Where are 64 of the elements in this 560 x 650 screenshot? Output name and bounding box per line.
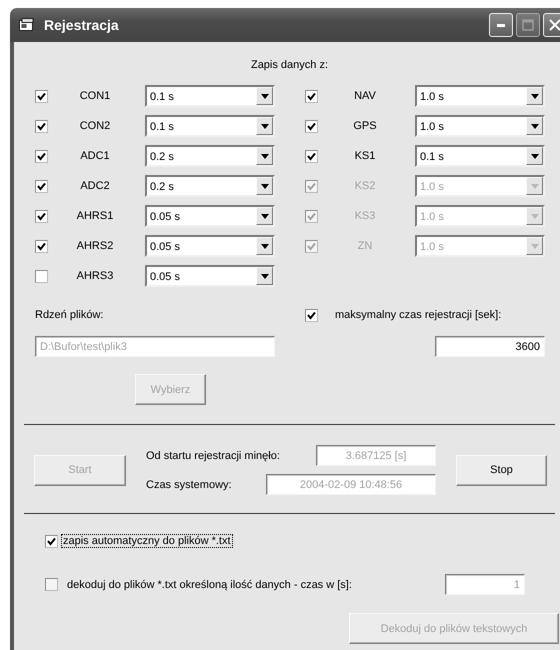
checkbox[interactable] — [305, 150, 318, 162]
dropdown[interactable]: 0.1 s — [145, 85, 275, 107]
dropdown[interactable]: 1.0 s — [415, 115, 545, 137]
dropdown[interactable]: 0.2 s — [145, 145, 275, 167]
checkbox[interactable] — [35, 120, 48, 132]
field-label: Od startu rejestracji minęło: — [146, 450, 280, 462]
caret-icon — [526, 237, 543, 255]
minimize-button[interactable] — [489, 13, 513, 37]
channel-label: KS1 — [354, 150, 376, 162]
maximize-icon — [522, 19, 534, 31]
dropdown[interactable]: 0.1 s — [145, 115, 275, 137]
checkbox[interactable] — [35, 240, 48, 252]
channel-label: ADC2 — [80, 180, 110, 192]
field-label: Rdzeń plików: — [35, 309, 104, 321]
caret-icon — [526, 87, 543, 105]
caret-icon — [256, 117, 273, 135]
caret-icon — [526, 147, 543, 165]
channel-label: NAV — [354, 90, 376, 102]
dropdown[interactable]: 0.2 s — [145, 175, 275, 197]
checkbox-label: dekoduj do plików *.txt określoną ilość danych - czas w [s]: — [67, 578, 353, 590]
caret-icon — [256, 267, 273, 285]
caret-icon — [256, 207, 273, 225]
caret-icon — [256, 237, 273, 255]
caret-icon — [526, 117, 543, 135]
window-title: Rejestracja — [44, 17, 120, 33]
checkbox[interactable] — [35, 150, 48, 162]
channel-label: GPS — [353, 120, 377, 132]
stop-button[interactable]: Stop — [456, 454, 547, 486]
caret-icon — [526, 177, 543, 195]
checkbox[interactable] — [305, 120, 318, 132]
channel-label: CON2 — [80, 120, 110, 132]
dropdown[interactable]: 0.05 s — [145, 235, 275, 257]
window-icon — [19, 18, 35, 32]
checkbox[interactable] — [35, 180, 48, 192]
text-field[interactable]: 3600 — [435, 336, 545, 357]
dropdown[interactable]: 0.1 s — [415, 145, 545, 167]
checkbox-label: zapis automatyczny do plików *.txt — [62, 535, 232, 547]
channel-label: CON1 — [80, 90, 110, 102]
checkbox[interactable] — [305, 308, 318, 322]
dropdown[interactable]: 0.05 s — [145, 265, 275, 287]
minimize-icon — [497, 24, 505, 26]
caret-icon — [256, 177, 273, 195]
caret-icon — [256, 147, 273, 165]
checkbox-label: maksymalny czas rejestracji [sek]: — [335, 309, 502, 321]
channel-label: KS3 — [354, 210, 376, 222]
checkbox[interactable] — [35, 210, 48, 222]
close-button[interactable] — [543, 13, 560, 37]
caret-icon — [256, 87, 273, 105]
channel-label: ZN — [358, 240, 372, 252]
field-label: Czas systemowy: — [146, 478, 232, 490]
channel-label: AHRS2 — [76, 240, 114, 252]
channel-label: AHRS1 — [76, 210, 114, 222]
checkbox[interactable] — [35, 270, 48, 282]
dropdown[interactable]: 0.05 s — [145, 205, 275, 227]
channel-label: ADC1 — [80, 150, 110, 162]
section-title: Zapis danych z: — [250, 59, 328, 71]
channel-label: KS2 — [354, 180, 376, 192]
checkbox[interactable] — [35, 90, 48, 102]
channel-label: AHRS3 — [76, 270, 114, 282]
caret-icon — [526, 207, 543, 225]
dropdown[interactable]: 1.0 s — [415, 85, 545, 107]
checkbox[interactable] — [45, 534, 58, 548]
close-icon — [548, 19, 560, 31]
checkbox[interactable] — [305, 90, 318, 102]
